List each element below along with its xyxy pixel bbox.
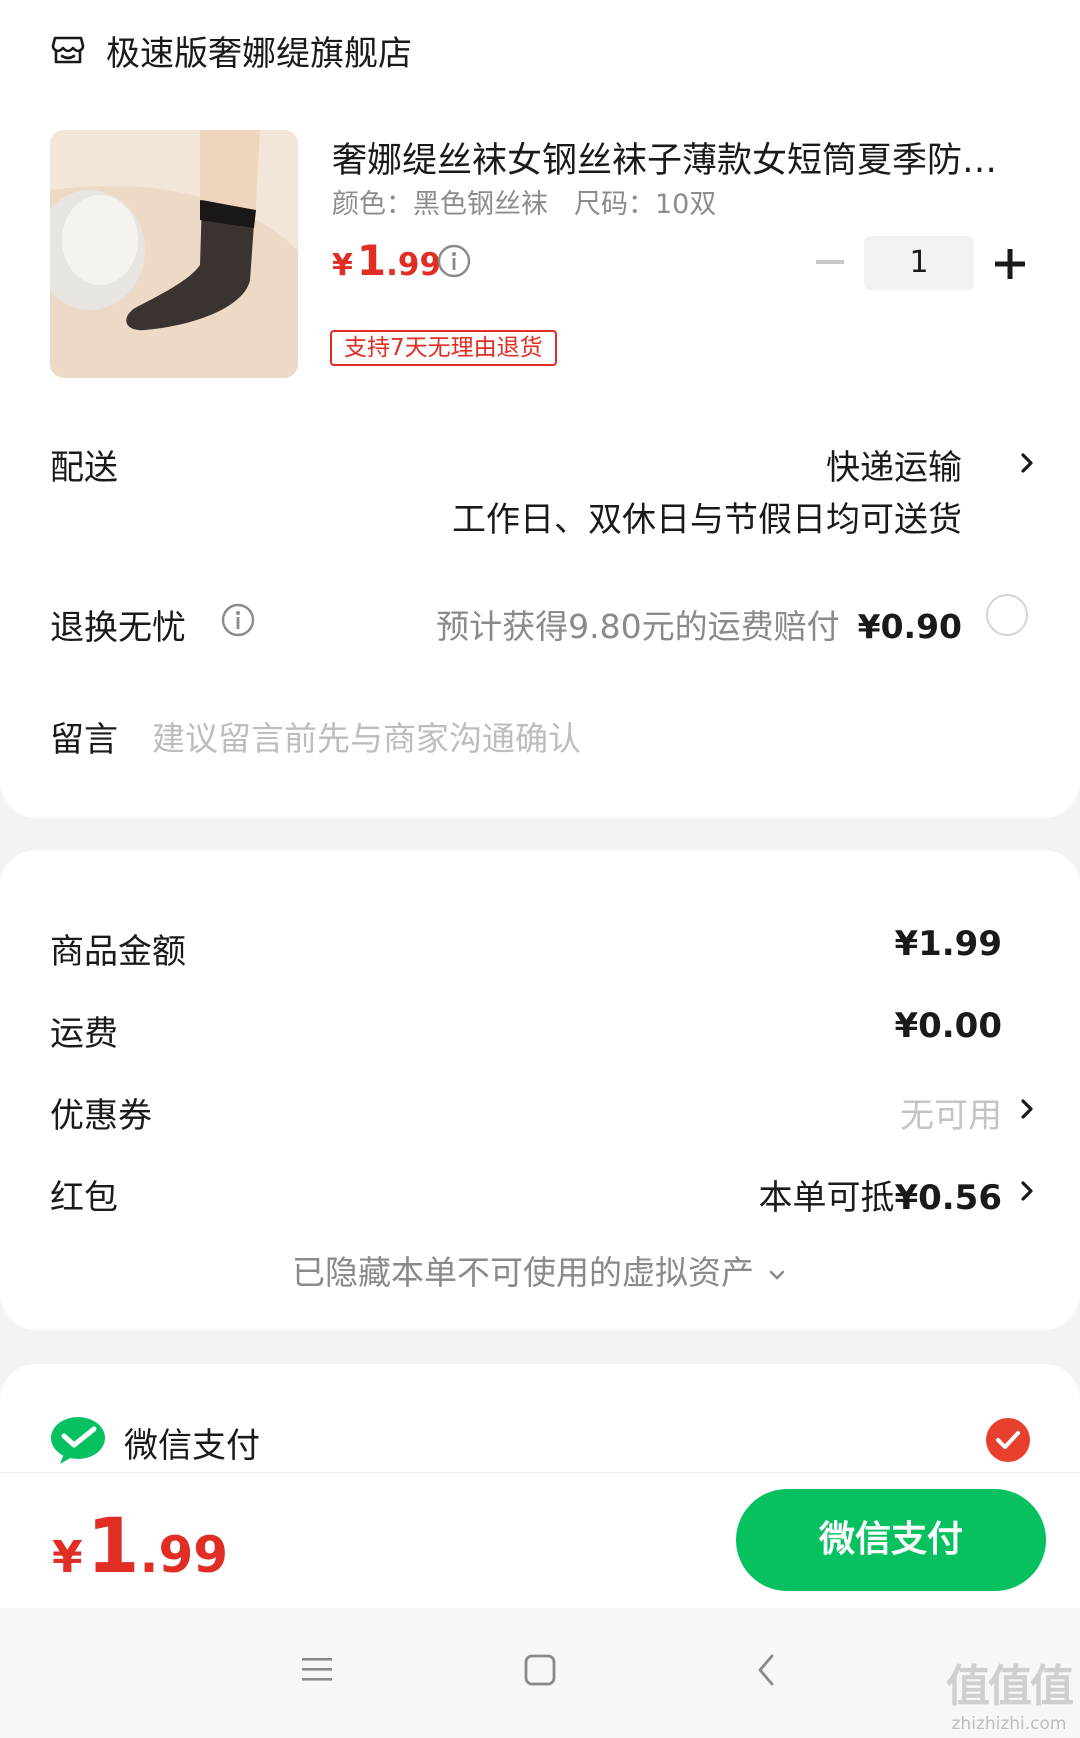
price-decimal: .99 [386, 247, 442, 283]
product-title[interactable]: 奢娜缇丝袜女钢丝袜子薄款女短筒夏季防… [332, 132, 1032, 183]
product-thumbnail[interactable] [50, 130, 298, 378]
price-integer: 1 [356, 236, 387, 285]
total-decimal: .99 [139, 1526, 229, 1584]
goods-amount-label: 商品金额 [50, 932, 186, 972]
store-icon [51, 36, 85, 64]
watermark-url: zhizhizhi.com [951, 1714, 1067, 1734]
chevron-right-icon[interactable] [1016, 1176, 1038, 1206]
price-info-icon[interactable] [436, 243, 472, 279]
shipping-fee-label: 运费 [50, 1014, 118, 1054]
watermark: 值值值 zhizhizhi.com [946, 1650, 1074, 1734]
coupon-value[interactable]: 无可用 [900, 1088, 1002, 1137]
product-size: 尺码：10双 [574, 189, 717, 220]
home-icon[interactable] [522, 1652, 558, 1688]
insurance-info-icon[interactable] [220, 602, 256, 638]
menu-icon[interactable] [300, 1652, 334, 1686]
total-integer: 1 [86, 1501, 140, 1590]
payment-method-card[interactable]: 微信支付 [0, 1364, 1080, 1484]
pay-button[interactable]: 微信支付 [736, 1489, 1046, 1591]
red-packet-label: 红包 [50, 1178, 118, 1218]
payment-method-label: 微信支付 [124, 1426, 260, 1466]
product-spec: 颜色：黑色钢丝袜 尺码：10双 [332, 182, 716, 221]
chevron-right-icon[interactable] [1016, 448, 1038, 478]
selected-check-icon[interactable] [986, 1418, 1030, 1462]
product-price: ¥ 1 .99 [332, 236, 441, 285]
goods-amount-value: ¥1.99 [894, 924, 1002, 964]
red-packet-amount: ¥0.56 [894, 1178, 1002, 1218]
message-input[interactable]: 建议留言前先与商家沟通确认 [152, 712, 581, 760]
chevron-right-icon[interactable] [1016, 1094, 1038, 1124]
return-policy-tag: 支持7天无理由退货 [330, 330, 557, 366]
return-insurance-label: 退换无忧 [50, 608, 186, 648]
chevron-down-icon [769, 1270, 785, 1280]
quantity-decrease-button[interactable] [810, 242, 850, 282]
delivery-label: 配送 [50, 448, 118, 488]
red-packet-value[interactable]: 本单可抵¥0.56 [758, 1170, 1002, 1219]
quantity-value[interactable]: 1 [864, 236, 974, 290]
hidden-assets-text: 已隐藏本单不可使用的虚拟资产 [292, 1253, 754, 1292]
store-name: 极速版奢娜缇旗舰店 [106, 33, 412, 74]
hidden-assets-toggle[interactable]: 已隐藏本单不可使用的虚拟资产 [0, 1246, 1080, 1294]
delivery-method[interactable]: 快递运输 [826, 440, 962, 489]
red-packet-prefix: 本单可抵 [758, 1178, 895, 1218]
insurance-desc-text: 预计获得9.80元的运费赔付 [436, 607, 840, 646]
back-icon[interactable] [752, 1652, 782, 1688]
store-header[interactable]: 极速版奢娜缇旗舰店 [50, 26, 412, 74]
return-insurance-desc: 预计获得9.80元的运费赔付 ¥0.90 [436, 600, 962, 648]
shipping-fee-value: ¥0.00 [894, 1006, 1002, 1046]
order-card: 极速版奢娜缇旗舰店 奢娜缇丝袜女钢丝袜子薄款女短筒夏季防… 颜色：黑色钢丝袜 尺码… [0, 0, 1080, 818]
product-color: 颜色：黑色钢丝袜 [332, 189, 548, 220]
price-symbol: ¥ [332, 248, 353, 283]
pay-bar: ¥ 1 .99 微信支付 [0, 1472, 1080, 1608]
checkout-page: 极速版奢娜缇旗舰店 奢娜缇丝袜女钢丝袜子薄款女短筒夏季防… 颜色：黑色钢丝袜 尺码… [0, 0, 1080, 1738]
total-price: ¥ 1 .99 [52, 1501, 228, 1590]
return-insurance-radio[interactable] [986, 594, 1028, 636]
coupon-label: 优惠券 [50, 1096, 152, 1136]
insurance-price: ¥0.90 [857, 607, 962, 646]
delivery-note: 工作日、双休日与节假日均可送货 [452, 500, 962, 540]
watermark-logo: 值值值 [946, 1661, 1074, 1712]
wechat-pay-icon [51, 1417, 105, 1464]
total-symbol: ¥ [52, 1532, 83, 1583]
system-nav-bar: 值值值 zhizhizhi.com [0, 1608, 1080, 1738]
quantity-increase-button[interactable] [990, 244, 1030, 284]
message-label: 留言 [50, 720, 118, 760]
amount-card: 商品金额 ¥1.99 运费 ¥0.00 优惠券 无可用 红包 本单可抵¥0.56… [0, 850, 1080, 1330]
